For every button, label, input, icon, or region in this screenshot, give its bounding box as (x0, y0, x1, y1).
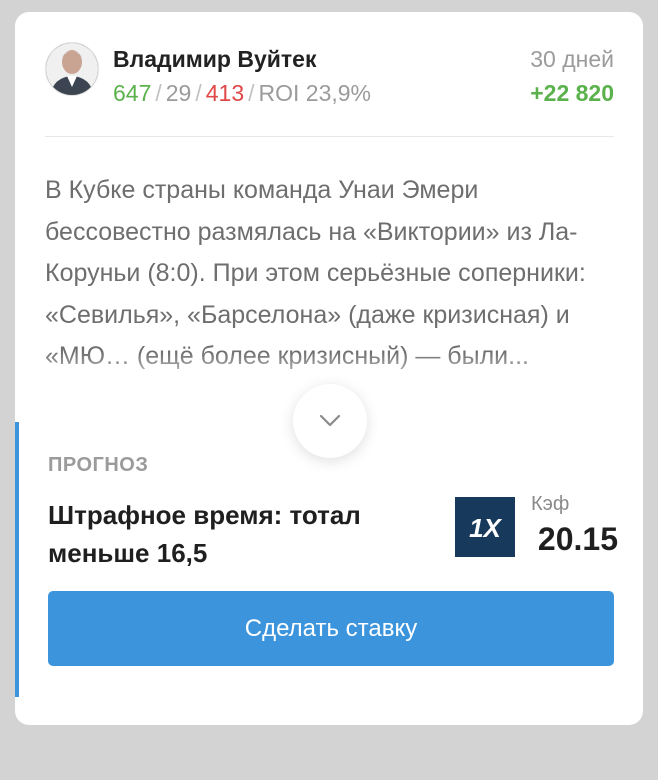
author-header: Владимир Вуйтек 647/29/413/ROI 23,9% 30 … (45, 42, 614, 107)
stat-returns: 29 (165, 80, 192, 106)
stats-period: 30 дней (530, 46, 614, 72)
stat-wins: 647 (113, 80, 152, 106)
author-stats: 647/29/413/ROI 23,9% (113, 80, 371, 107)
author-avatar[interactable] (45, 42, 99, 96)
expand-text-button[interactable] (293, 384, 367, 458)
forecast-title: Штрафное время: тотал меньше 16,5 (48, 500, 361, 568)
forecast-label: ПРОГНОЗ (48, 454, 149, 476)
forecast-card: Владимир Вуйтек 647/29/413/ROI 23,9% 30 … (15, 12, 643, 725)
profit-value: +22 820 (530, 80, 614, 106)
chevron-down-icon (319, 414, 341, 427)
svg-text:1X: 1X (469, 513, 502, 542)
place-bet-button[interactable]: Сделать ставку (48, 591, 614, 666)
post-text: В Кубке страны команда Унаи Эмери бессов… (45, 176, 586, 370)
avatar-photo-icon (46, 43, 98, 95)
divider (45, 136, 614, 137)
stat-losses: 413 (205, 80, 245, 106)
bookmaker-logo[interactable]: 1X (455, 497, 515, 557)
stat-roi: ROI 23,9% (258, 80, 372, 106)
author-name[interactable]: Владимир Вуйтек (113, 46, 316, 73)
forecast-block: ПРОГНОЗ Штрафное время: тотал меньше 16,… (15, 422, 643, 697)
stats-separator: / (155, 80, 162, 106)
stats-separator: / (248, 80, 255, 106)
odds-value: 20.15 (537, 521, 618, 557)
1xbet-logo-icon: 1X (469, 513, 502, 542)
odds-label: Кэф (531, 493, 570, 515)
stats-separator: / (195, 80, 202, 106)
